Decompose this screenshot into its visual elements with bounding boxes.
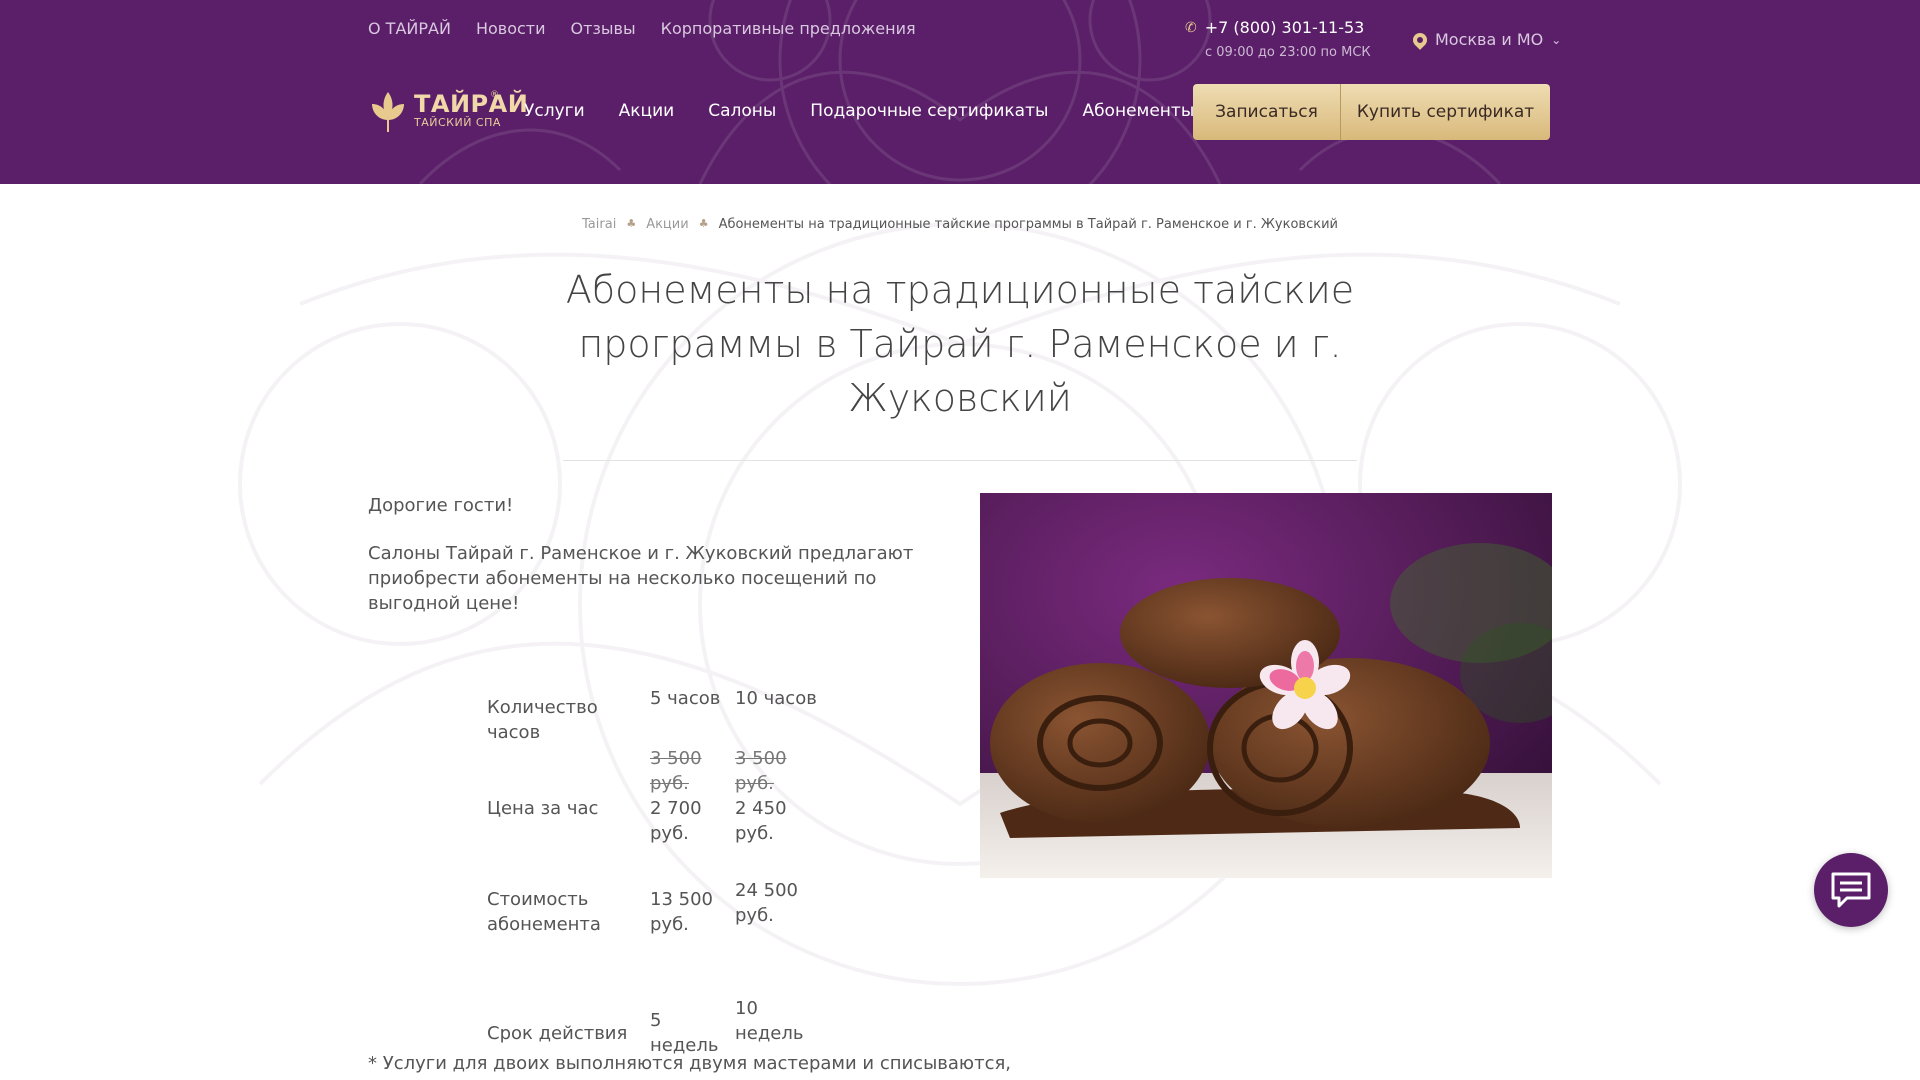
table-label: Цена за час xyxy=(487,797,599,819)
breadcrumb-separator-icon: ♣ xyxy=(698,217,709,230)
table-cell: 3 500 руб. 2 450 руб. xyxy=(735,746,820,846)
top-link-about[interactable]: О ТАЙРАЙ xyxy=(368,19,451,38)
phone-block[interactable]: ✆ +7 (800) 301-11-53 xyxy=(1185,18,1364,37)
top-link-reviews[interactable]: Отзывы xyxy=(571,19,636,38)
chat-button[interactable] xyxy=(1814,853,1888,927)
registered-mark: ® xyxy=(490,90,499,100)
table-row: Количество часов 5 часов 10 часов xyxy=(487,680,820,746)
chevron-down-icon: ⌄ xyxy=(1551,32,1562,47)
breadcrumb-home[interactable]: Tairai xyxy=(582,217,616,232)
table-label: Количество часов xyxy=(487,697,598,743)
title-divider xyxy=(563,460,1357,461)
logo-subtitle: ТАЙСКИЙ СПА xyxy=(414,116,501,129)
table-cell: 24 500 руб. xyxy=(735,880,798,926)
table-cell: 13 500 руб. xyxy=(650,889,713,935)
lotus-logo-icon xyxy=(372,92,404,132)
nav-promotions[interactable]: Акции xyxy=(619,101,675,121)
region-label: Москва и МО xyxy=(1435,30,1544,49)
header-buttons: Записаться Купить сертификат xyxy=(1193,84,1550,140)
phone-number[interactable]: +7 (800) 301-11-53 xyxy=(1205,18,1365,37)
new-price: 2 450 руб. xyxy=(735,798,787,844)
breadcrumb: Tairai ♣ Акции ♣ Абонементы на традицион… xyxy=(0,217,1920,232)
table-cell: 5 часов xyxy=(650,688,721,709)
top-link-news[interactable]: Новости xyxy=(476,19,546,38)
nav-gift-certificates[interactable]: Подарочные сертификаты xyxy=(810,101,1048,121)
table-row: Цена за час 3 500 руб. 2 700 руб. 3 500 … xyxy=(487,746,820,846)
logo-title: ТАЙРАЙ xyxy=(414,90,529,118)
table-cell: 10 часов xyxy=(735,688,817,709)
location-pin-icon xyxy=(1410,29,1430,50)
page-title: Абонементы на традиционные тайские прогр… xyxy=(565,268,1355,420)
new-price: 2 700 руб. xyxy=(650,798,702,844)
old-price: 3 500 руб. xyxy=(735,748,787,794)
main-nav: Услуги Акции Салоны Подарочные сертифика… xyxy=(524,101,1194,121)
logo[interactable]: ТАЙРАЙ ТАЙСКИЙ СПА xyxy=(368,88,528,134)
working-hours: с 09:00 до 23:00 по МСК xyxy=(1205,45,1371,60)
table-cell: 10 недель xyxy=(735,998,804,1044)
nav-services[interactable]: Услуги xyxy=(524,101,585,121)
phone-icon: ✆ xyxy=(1185,19,1197,36)
table-label: Стоимость абонемента xyxy=(487,889,601,935)
intro-text: Дорогие гости! Салоны Тайрай г. Раменско… xyxy=(368,493,938,639)
site-header: О ТАЙРАЙ Новости Отзывы Корпоративные пр… xyxy=(0,0,1920,184)
region-selector[interactable]: Москва и МО ⌄ xyxy=(1410,29,1562,50)
subscription-table: Количество часов 5 часов 10 часов Цена з… xyxy=(487,680,820,1066)
chat-bubble-icon xyxy=(1831,872,1871,908)
buy-certificate-button[interactable]: Купить сертификат xyxy=(1341,84,1550,140)
intro-paragraph: Салоны Тайрай г. Раменское и г. Жуковски… xyxy=(368,543,914,614)
table-row: Срок действия 5 недель 10 недель xyxy=(487,966,820,1066)
top-nav: О ТАЙРАЙ Новости Отзывы Корпоративные пр… xyxy=(368,19,916,38)
table-row: Стоимость абонемента 13 500 руб. 24 500 … xyxy=(487,846,820,966)
towels-photo xyxy=(980,493,1552,878)
book-button[interactable]: Записаться xyxy=(1193,84,1341,140)
nav-salons[interactable]: Салоны xyxy=(708,101,776,121)
old-price: 3 500 руб. xyxy=(650,748,702,794)
table-cell: 5 недель xyxy=(650,1010,719,1056)
footnote: * Услуги для двоих выполняются двумя мас… xyxy=(368,1053,1012,1074)
nav-subscriptions[interactable]: Абонементы xyxy=(1082,101,1194,121)
table-cell: 3 500 руб. 2 700 руб. xyxy=(650,746,735,846)
header-ornament xyxy=(418,0,1502,184)
breadcrumb-promotions[interactable]: Акции xyxy=(646,217,689,232)
breadcrumb-separator-icon: ♣ xyxy=(626,217,637,230)
intro-greeting: Дорогие гости! xyxy=(368,495,514,516)
breadcrumb-current: Абонементы на традиционные тайские прогр… xyxy=(718,217,1338,232)
top-link-corporate[interactable]: Корпоративные предложения xyxy=(661,19,916,38)
table-label: Срок действия xyxy=(487,1022,628,1044)
